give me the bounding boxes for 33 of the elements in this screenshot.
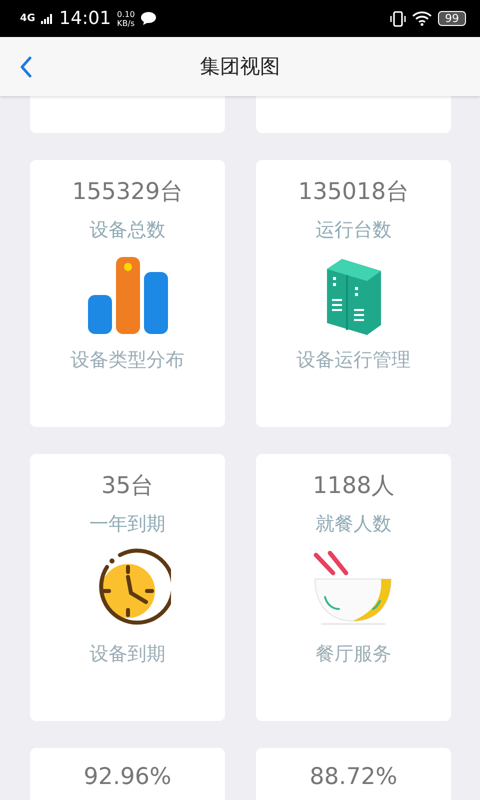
- stat-card[interactable]: 35台 一年到期 设备到期: [30, 454, 225, 721]
- stat-value: 1188人: [312, 472, 394, 501]
- network-speed: 0.10: [117, 10, 135, 18]
- clock-time: 14:01: [59, 8, 112, 29]
- stat-label: 设备总数: [90, 218, 166, 243]
- stat-card[interactable]: 155329台 设备总数 设备类型分布: [30, 160, 225, 427]
- network-type: 4G: [20, 13, 36, 24]
- stat-card[interactable]: 1188人 就餐人数 餐厅服务: [256, 454, 451, 721]
- stat-label: 一年到期: [90, 512, 166, 537]
- battery-indicator: 99: [438, 11, 466, 26]
- stat-value: 135018台: [298, 178, 409, 207]
- chat-bubble-icon: [140, 12, 156, 25]
- vibrate-icon: [390, 10, 406, 26]
- card-link-label: 设备到期: [90, 642, 166, 667]
- chevron-left-icon: [20, 56, 32, 78]
- card-link-label: 设备类型分布: [70, 348, 184, 373]
- card-link-label: 设备运行管理: [296, 348, 410, 373]
- signal-icon: [41, 14, 54, 24]
- stat-value: 92.96%: [84, 764, 172, 790]
- stat-value: 155329台: [72, 178, 183, 207]
- bowl-with-chopsticks-icon: [312, 551, 394, 627]
- speed-unit: KB/s: [117, 18, 135, 28]
- stat-value: 88.72%: [310, 764, 398, 790]
- stat-value: 35台: [101, 472, 154, 501]
- stat-card[interactable]: 88.72%: [256, 748, 451, 800]
- wifi-icon: [412, 11, 432, 26]
- stat-label: 就餐人数: [316, 512, 392, 537]
- page-title: 集团视图: [199, 53, 281, 80]
- stat-card[interactable]: 92.96%: [30, 748, 225, 800]
- bar-chart-icon: [88, 255, 168, 335]
- stat-label: 运行台数: [316, 218, 392, 243]
- stat-card[interactable]: 135018台 运行台数 设备运行管理: [256, 160, 451, 427]
- card-link-label: 餐厅服务: [316, 642, 392, 667]
